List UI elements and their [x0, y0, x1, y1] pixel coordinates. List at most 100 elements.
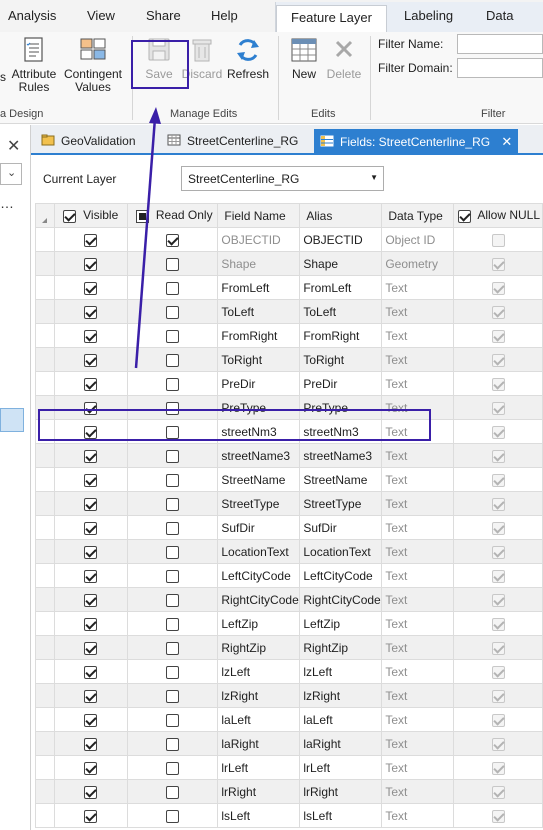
alias-cell[interactable]: FromLeft: [299, 275, 383, 300]
row-header[interactable]: [35, 275, 55, 300]
allow-null-cell[interactable]: [453, 251, 543, 276]
field-name-cell[interactable]: lrRight: [217, 779, 301, 804]
read-only-cell[interactable]: [126, 635, 219, 660]
refresh-button[interactable]: Refresh: [226, 36, 270, 81]
row-header[interactable]: [35, 707, 55, 732]
alias-cell[interactable]: RightZip: [299, 635, 383, 660]
table-row[interactable]: StreetName StreetName Text: [35, 467, 543, 492]
row-header[interactable]: [35, 779, 55, 804]
read-only-checkbox[interactable]: [165, 641, 179, 655]
field-name-cell[interactable]: lzLeft: [217, 659, 301, 684]
visible-cell[interactable]: [53, 707, 128, 732]
row-header[interactable]: [35, 299, 55, 324]
column-header-read-only[interactable]: Read Only: [126, 203, 219, 228]
data-type-cell[interactable]: Geometry: [381, 251, 454, 276]
visible-checkbox[interactable]: [84, 713, 98, 727]
alias-cell[interactable]: ToRight: [299, 347, 383, 372]
data-type-cell[interactable]: Text: [381, 539, 454, 564]
read-only-checkbox[interactable]: [165, 497, 179, 511]
read-only-checkbox[interactable]: [165, 353, 179, 367]
allow-null-cell[interactable]: [453, 299, 543, 324]
allow-null-cell[interactable]: [453, 707, 543, 732]
visible-cell[interactable]: [53, 563, 128, 588]
field-name-cell[interactable]: LocationText: [217, 539, 301, 564]
row-header[interactable]: [35, 587, 55, 612]
data-type-cell[interactable]: Text: [381, 323, 454, 348]
visible-cell[interactable]: [53, 587, 128, 612]
visible-checkbox[interactable]: [84, 353, 98, 367]
allow-null-cell[interactable]: [453, 419, 543, 444]
row-header[interactable]: [35, 563, 55, 588]
field-name-cell[interactable]: lzRight: [217, 683, 301, 708]
visible-cell[interactable]: [53, 755, 128, 780]
alias-cell[interactable]: lrRight: [299, 779, 383, 804]
field-name-cell[interactable]: SufDir: [217, 515, 301, 540]
read-only-cell[interactable]: [126, 563, 219, 588]
data-type-cell[interactable]: Text: [381, 371, 454, 396]
allow-null-cell[interactable]: [453, 539, 543, 564]
column-header-visible[interactable]: Visible: [53, 203, 128, 228]
doc-tab-attribute-table[interactable]: StreetCenterline_RG: [161, 129, 304, 153]
read-only-cell[interactable]: [126, 683, 219, 708]
row-header[interactable]: [35, 323, 55, 348]
alias-cell[interactable]: ToLeft: [299, 299, 383, 324]
data-type-cell[interactable]: Text: [381, 275, 454, 300]
read-only-checkbox[interactable]: [165, 233, 179, 247]
field-name-cell[interactable]: lsLeft: [217, 803, 301, 828]
visible-cell[interactable]: [53, 611, 128, 636]
allow-null-cell[interactable]: [453, 755, 543, 780]
allow-null-cell[interactable]: [453, 515, 543, 540]
row-header[interactable]: [35, 467, 55, 492]
current-layer-select[interactable]: StreetCenterline_RG ▼: [181, 166, 384, 191]
row-header[interactable]: [35, 755, 55, 780]
visible-cell[interactable]: [53, 683, 128, 708]
read-only-cell[interactable]: [126, 587, 219, 612]
row-header[interactable]: [35, 539, 55, 564]
allow-null-cell[interactable]: [453, 491, 543, 516]
allow-null-cell[interactable]: [453, 443, 543, 468]
read-only-cell[interactable]: [126, 443, 219, 468]
visible-checkbox[interactable]: [84, 473, 98, 487]
data-type-cell[interactable]: Text: [381, 731, 454, 756]
table-row[interactable]: laLeft laLeft Text: [35, 707, 543, 732]
table-row[interactable]: PreDir PreDir Text: [35, 371, 543, 396]
row-header[interactable]: [35, 611, 55, 636]
table-row[interactable]: lrLeft lrLeft Text: [35, 755, 543, 780]
column-header-allow-null[interactable]: Allow NULL: [453, 203, 543, 228]
visible-cell[interactable]: [53, 539, 128, 564]
allow-null-cell[interactable]: [453, 227, 543, 252]
visible-cell[interactable]: [53, 731, 128, 756]
field-name-cell[interactable]: RightZip: [217, 635, 301, 660]
tab-analysis[interactable]: Analysis: [8, 8, 56, 23]
alias-cell[interactable]: Shape: [299, 251, 383, 276]
table-row[interactable]: laRight laRight Text: [35, 731, 543, 756]
data-type-cell[interactable]: Text: [381, 299, 454, 324]
visible-all-checkbox[interactable]: [62, 209, 76, 223]
row-header[interactable]: [35, 659, 55, 684]
visible-checkbox[interactable]: [84, 281, 98, 295]
field-name-cell[interactable]: StreetName: [217, 467, 301, 492]
attribute-rules-button[interactable]: Attribute Rules: [8, 36, 60, 94]
alias-cell[interactable]: SufDir: [299, 515, 383, 540]
alias-cell[interactable]: lzRight: [299, 683, 383, 708]
visible-checkbox[interactable]: [84, 689, 98, 703]
table-row[interactable]: ToRight ToRight Text: [35, 347, 543, 372]
visible-cell[interactable]: [53, 635, 128, 660]
alias-cell[interactable]: lsLeft: [299, 803, 383, 828]
allow-null-cell[interactable]: [453, 587, 543, 612]
field-name-cell[interactable]: OBJECTID: [217, 227, 301, 252]
data-type-cell[interactable]: Text: [381, 347, 454, 372]
visible-checkbox[interactable]: [84, 737, 98, 751]
field-name-cell[interactable]: PreDir: [217, 371, 301, 396]
read-only-checkbox[interactable]: [165, 473, 179, 487]
table-row[interactable]: RightZip RightZip Text: [35, 635, 543, 660]
data-type-cell[interactable]: Text: [381, 587, 454, 612]
allow-null-cell[interactable]: [453, 659, 543, 684]
visible-checkbox[interactable]: [84, 617, 98, 631]
tab-data[interactable]: Data: [480, 8, 519, 23]
allow-null-cell[interactable]: [453, 563, 543, 588]
data-type-cell[interactable]: Text: [381, 467, 454, 492]
doc-tab-geovalidation[interactable]: GeoValidation: [35, 129, 142, 153]
field-name-cell[interactable]: FromRight: [217, 323, 301, 348]
visible-checkbox[interactable]: [84, 785, 98, 799]
